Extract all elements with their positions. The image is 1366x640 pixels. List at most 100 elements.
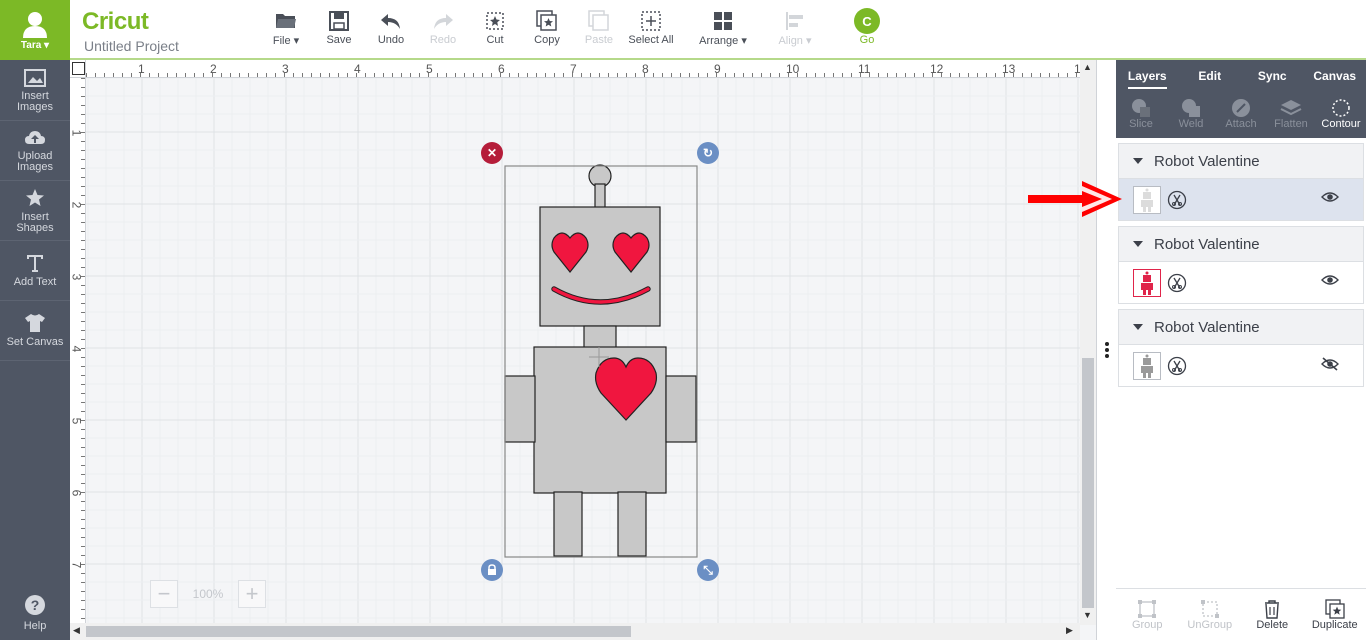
file-menu-button[interactable]: File ▾ (256, 8, 316, 54)
layers-panel: Layers Edit Sync Canvas Slice Weld Attac… (1116, 60, 1366, 640)
vertical-scrollbar[interactable]: ▲ ▼ (1080, 60, 1096, 625)
scroll-left-arrow[interactable]: ◀ (73, 625, 80, 636)
eye-icon[interactable] (1321, 191, 1339, 203)
duplicate-button[interactable]: Duplicate (1304, 589, 1366, 640)
cricut-logo: Cricut (82, 8, 149, 35)
layer-thumbnail (1133, 351, 1161, 380)
eye-icon[interactable] (1321, 274, 1339, 286)
paste-icon (588, 10, 609, 31)
delete-handle[interactable]: ✕ (481, 142, 503, 164)
zoom-out-button[interactable]: − (150, 580, 178, 608)
user-icon (23, 11, 47, 38)
horizontal-scrollbar[interactable]: ◀ ▶ (70, 623, 1080, 640)
sidebar-help[interactable]: ? Help (0, 585, 70, 640)
layer-group-header[interactable]: Robot Valentine (1119, 227, 1363, 262)
layer-group-name: Robot Valentine (1154, 235, 1260, 253)
vertical-scroll-thumb[interactable] (1082, 358, 1094, 608)
layer-row[interactable] (1119, 179, 1363, 220)
redo-button[interactable]: Redo (413, 8, 473, 54)
contour-button[interactable]: Contour (1316, 90, 1366, 138)
scroll-down-arrow[interactable]: ▼ (1083, 610, 1092, 620)
layer-group: Robot Valentine (1118, 309, 1364, 387)
left-sidebar: Tara ▾ Insert Images Upload Images Insert S… (0, 0, 70, 640)
scroll-right-arrow[interactable]: ▶ (1066, 625, 1073, 636)
tab-canvas[interactable]: Canvas (1304, 60, 1366, 90)
top-toolbar: Cricut Untitled Project File ▾ Save Undo… (70, 0, 1366, 60)
layer-thumbnail (1133, 185, 1161, 214)
horizontal-scroll-thumb[interactable] (86, 626, 631, 637)
action-label: Attach (1225, 118, 1257, 130)
sidebar-add-text[interactable]: Add Text (0, 241, 70, 301)
tab-layers[interactable]: Layers (1116, 60, 1179, 90)
design-canvas[interactable]: 1234567891011121314 1234567 (70, 60, 1096, 640)
flatten-button[interactable]: Flatten (1266, 90, 1316, 138)
layer-actions: Slice Weld Attach Flatten Contour (1116, 90, 1366, 138)
cricut-design-space: Tara ▾ Insert Images Upload Images Insert S… (0, 0, 1366, 640)
arrange-menu-button[interactable]: Arrange ▾ (693, 8, 753, 54)
resize-icon: ⤡ (703, 562, 713, 577)
image-icon (24, 68, 46, 87)
resize-handle[interactable]: ⤡ (697, 559, 719, 581)
eye-hidden-icon[interactable] (1321, 357, 1339, 371)
tab-edit[interactable]: Edit (1179, 60, 1242, 90)
panel-splitter[interactable] (1096, 60, 1116, 640)
action-label: Contour (1321, 118, 1361, 130)
caret-down-icon (1133, 241, 1143, 247)
scroll-up-arrow[interactable]: ▲ (1083, 62, 1092, 72)
rotate-handle[interactable]: ↻ (697, 142, 719, 164)
robot-thumbnail-icon (1141, 271, 1153, 295)
robot-body[interactable] (504, 164, 697, 557)
group-icon (1138, 599, 1157, 618)
sidebar-upload-images[interactable]: Upload Images (0, 121, 70, 181)
tab-sync[interactable]: Sync (1241, 60, 1304, 90)
group-button[interactable]: Group (1116, 589, 1179, 640)
layer-group-header[interactable]: Robot Valentine (1119, 144, 1363, 179)
delete-button[interactable]: Delete (1241, 589, 1304, 640)
attach-button[interactable]: Attach (1216, 90, 1266, 138)
tool-label: Go (859, 34, 875, 46)
project-name: Untitled Project (84, 38, 179, 54)
tool-label: Save (326, 34, 352, 46)
layer-group-header[interactable]: Robot Valentine (1119, 310, 1363, 345)
cut-line-type-icon[interactable] (1167, 273, 1187, 293)
cut-button[interactable]: Cut (465, 8, 525, 54)
layer-row[interactable] (1119, 262, 1363, 303)
user-menu[interactable]: Tara ▾ (0, 0, 70, 60)
robot-thumbnail-icon (1141, 354, 1153, 378)
svg-text:?: ? (31, 597, 40, 613)
undo-icon (381, 14, 400, 29)
action-label: Slice (1129, 118, 1153, 130)
upload-icon (25, 130, 45, 144)
ungroup-button[interactable]: UnGroup (1179, 589, 1242, 640)
copy-button[interactable]: Copy (517, 8, 577, 54)
flatten-icon (1280, 100, 1302, 116)
sidebar-insert-shapes[interactable]: Insert Shapes (0, 181, 70, 241)
layer-row[interactable] (1119, 345, 1363, 386)
undo-button[interactable]: Undo (361, 8, 421, 54)
select-all-button[interactable]: Select All (621, 8, 681, 54)
save-button[interactable]: Save (309, 8, 369, 54)
cut-line-type-icon[interactable] (1167, 190, 1187, 210)
paste-button[interactable]: Paste (569, 8, 629, 54)
caret-down-icon (1133, 324, 1143, 330)
zoom-in-button[interactable]: + (238, 580, 266, 608)
robot-thumbnail-icon (1141, 188, 1153, 212)
align-menu-button[interactable]: Align ▾ (765, 8, 825, 54)
cut-line-type-icon[interactable] (1167, 356, 1187, 376)
drag-handle-icon (1104, 342, 1110, 358)
bottom-action-label: UnGroup (1187, 618, 1233, 631)
sidebar-set-canvas[interactable]: Set Canvas (0, 301, 70, 361)
duplicate-icon (1325, 598, 1345, 619)
save-icon (329, 11, 349, 31)
robot-valentine-design[interactable] (70, 60, 1080, 623)
sidebar-insert-images[interactable]: Insert Images (0, 61, 70, 121)
go-button[interactable]: C Go (837, 8, 897, 54)
tool-label: Align (778, 35, 803, 47)
help-label: Help (23, 619, 47, 632)
ungroup-icon (1200, 599, 1219, 618)
weld-button[interactable]: Weld (1166, 90, 1216, 138)
lock-handle[interactable] (481, 559, 503, 581)
slice-button[interactable]: Slice (1116, 90, 1166, 138)
panel-tabs: Layers Edit Sync Canvas (1116, 60, 1366, 90)
bottom-action-label: Group (1131, 618, 1163, 631)
